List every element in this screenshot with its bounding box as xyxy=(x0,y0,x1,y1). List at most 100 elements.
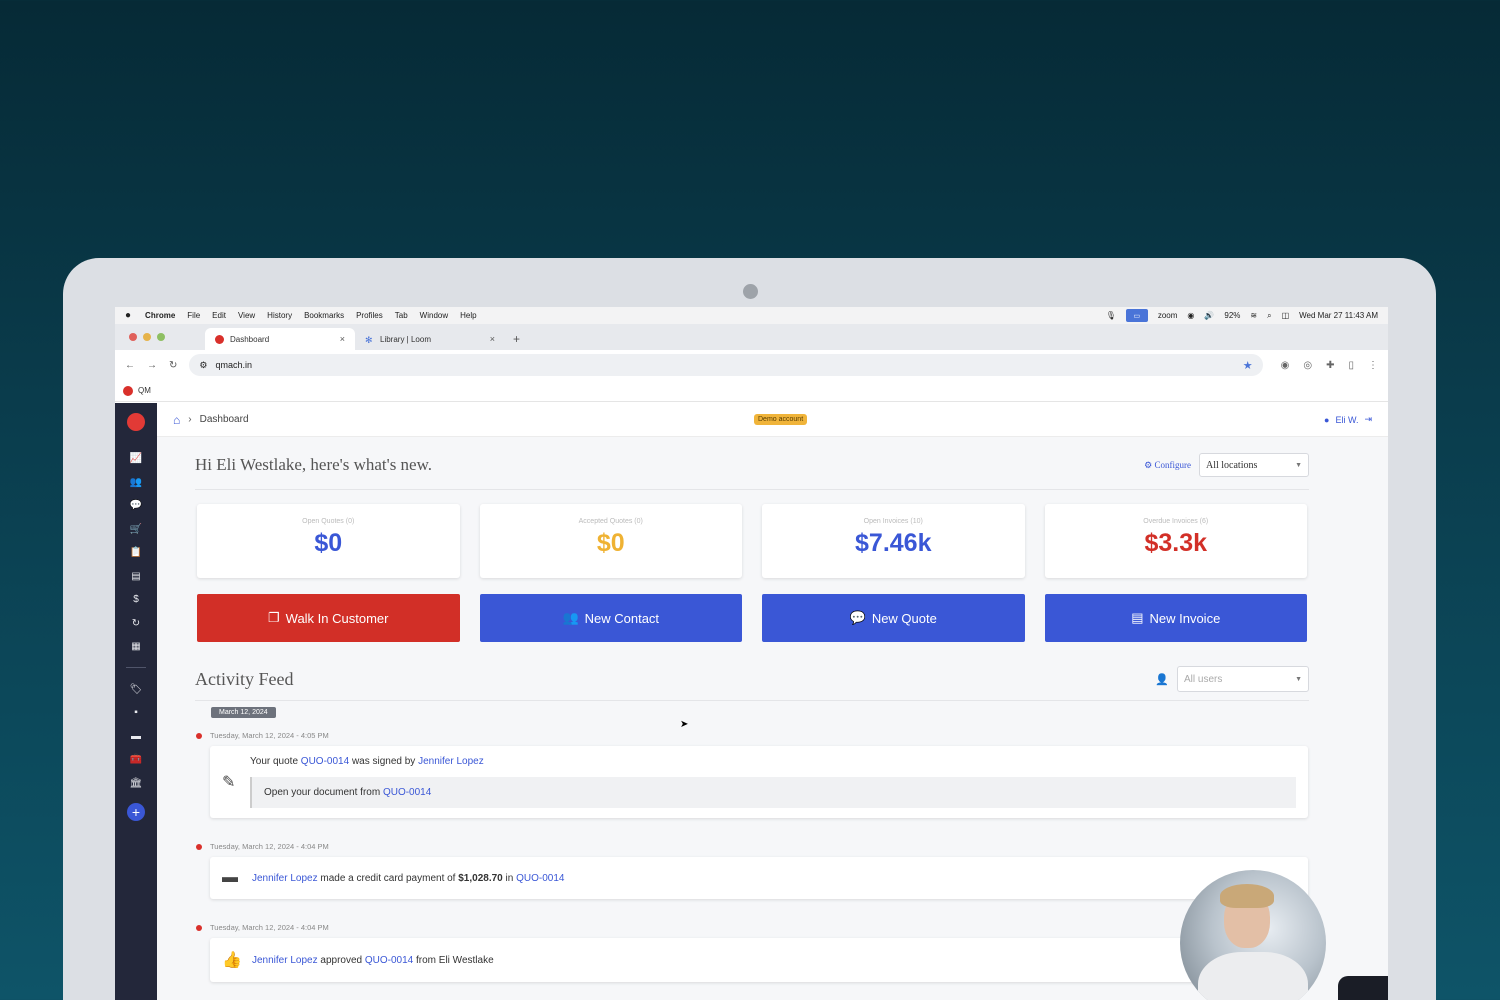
logout-icon[interactable]: ⇥ xyxy=(1364,414,1372,425)
new-contact-button[interactable]: 👥 New Contact xyxy=(479,594,742,642)
wifi-icon[interactable]: ≋ xyxy=(1250,311,1257,320)
demo-badge: Demo account xyxy=(754,414,808,425)
add-icon[interactable]: + xyxy=(127,803,145,821)
dashboard-chart-icon[interactable]: 📈 xyxy=(130,447,142,471)
bookmark-star-icon[interactable]: ★ xyxy=(1243,359,1253,372)
stat-label: Open Invoices (10) xyxy=(863,518,923,525)
location-select-value: All locations xyxy=(1206,459,1258,471)
bank-icon[interactable]: 🏛 xyxy=(130,772,143,796)
apple-icon[interactable]: ● xyxy=(125,310,131,321)
new-quote-button[interactable]: 💬 New Quote xyxy=(762,594,1025,642)
quote-link[interactable]: QUO-0014 xyxy=(516,873,564,884)
menu-file[interactable]: File xyxy=(187,311,200,320)
address-bar[interactable]: ⚙ qmach.in ★ xyxy=(189,354,1263,376)
quote-link[interactable]: QUO-0014 xyxy=(383,787,431,798)
button-label: New Quote xyxy=(871,610,937,626)
puzzle-icon[interactable]: ✚ xyxy=(1326,360,1334,371)
pencil-icon: ✎ xyxy=(222,774,236,791)
stat-card-open-invoices[interactable]: Open Invoices (10) $7.46k xyxy=(762,504,1025,578)
reload-icon[interactable]: ↻ xyxy=(169,360,177,371)
boxes-icon[interactable]: ▪ xyxy=(134,701,138,725)
stat-value: $3.3k xyxy=(1144,529,1208,557)
recurring-icon[interactable]: ↻ xyxy=(132,612,140,636)
url-text: qmach.in xyxy=(215,360,252,370)
menu-profiles[interactable]: Profiles xyxy=(356,311,383,320)
user-name[interactable]: Eli W. xyxy=(1335,415,1358,425)
menu-window[interactable]: Window xyxy=(420,311,448,320)
menu-edit[interactable]: Edit xyxy=(212,311,226,320)
configure-link[interactable]: ⚙ Configure xyxy=(1144,460,1191,471)
back-icon[interactable]: ← xyxy=(125,360,135,371)
toolbox-icon[interactable]: 🧰 xyxy=(130,748,142,772)
walk-in-customer-button[interactable]: ❐ Walk In Customer xyxy=(197,594,460,642)
volume-icon[interactable]: 🔊 xyxy=(1204,311,1214,320)
menu-help[interactable]: Help xyxy=(460,311,476,320)
stat-value: $7.46k xyxy=(855,529,932,557)
spotlight-icon[interactable]: ⌕ xyxy=(1267,311,1271,321)
user-menu[interactable]: ● Eli W. ⇥ xyxy=(1324,414,1372,425)
menu-history[interactable]: History xyxy=(267,311,292,320)
bookmark-qm[interactable]: QM xyxy=(138,386,151,395)
close-tab-icon[interactable]: × xyxy=(340,334,345,344)
extension-icon[interactable]: ◎ xyxy=(1303,360,1312,371)
contact-link[interactable]: Jennifer Lopez xyxy=(418,756,484,767)
menu-tab[interactable]: Tab xyxy=(395,311,408,320)
new-tab-button[interactable]: + xyxy=(505,332,528,350)
contact-link[interactable]: Jennifer Lopez xyxy=(252,873,318,884)
new-invoice-button[interactable]: ▤ New Invoice xyxy=(1044,594,1307,642)
dollar-icon[interactable]: $ xyxy=(133,588,139,612)
clipboard-icon[interactable]: 📋 xyxy=(130,541,142,565)
comments-dollar-icon: 💬 xyxy=(849,610,866,625)
menu-dots-icon[interactable]: ⋮ xyxy=(1368,360,1378,371)
app-logo[interactable] xyxy=(127,413,145,431)
menu-bookmarks[interactable]: Bookmarks xyxy=(304,311,344,320)
extension-icon[interactable]: ◉ xyxy=(1281,360,1290,371)
quotes-icon[interactable]: 💬 xyxy=(130,494,142,518)
mic-icon[interactable]: 🎙 xyxy=(1106,311,1116,320)
contacts-icon[interactable]: 👥 xyxy=(130,471,142,495)
home-icon[interactable]: ⌂ xyxy=(173,413,180,427)
close-tab-icon[interactable]: × xyxy=(490,334,495,344)
close-window-button[interactable] xyxy=(129,333,137,341)
qm-bookmark-icon xyxy=(123,385,133,396)
tags-icon[interactable]: 🏷 xyxy=(130,678,143,702)
cart-icon[interactable]: 🛒 xyxy=(130,518,142,542)
quote-link[interactable]: QUO-0014 xyxy=(365,955,413,966)
menu-chrome[interactable]: Chrome xyxy=(145,311,175,320)
sidepanel-icon[interactable]: ▯ xyxy=(1348,360,1354,371)
calendar-icon[interactable]: ▦ xyxy=(131,635,140,659)
quote-link[interactable]: QUO-0014 xyxy=(301,756,349,767)
mouse-cursor-icon: ➤ xyxy=(680,719,689,730)
event-text: was signed by xyxy=(351,756,416,767)
chevron-right-icon: › xyxy=(188,414,192,425)
screen-share-icon[interactable]: ▭ xyxy=(1125,309,1148,322)
tab-dashboard[interactable]: Dashboard × xyxy=(205,328,355,350)
control-center-icon[interactable]: ◫ xyxy=(1282,311,1290,320)
tab-loom[interactable]: ✻ Library | Loom × xyxy=(355,328,505,350)
tab-title: Library | Loom xyxy=(380,334,431,344)
contact-link[interactable]: Jennifer Lopez xyxy=(252,955,318,966)
menu-view[interactable]: View xyxy=(238,311,255,320)
zoom-label[interactable]: zoom xyxy=(1158,311,1178,320)
activity-card: ✎ Your quote QUO-0014 was signed by Jenn… xyxy=(210,746,1308,818)
maximize-window-button[interactable] xyxy=(157,333,165,341)
site-settings-icon[interactable]: ⚙ xyxy=(199,360,207,371)
credit-card-icon: ▬ xyxy=(222,869,238,886)
forward-icon[interactable]: → xyxy=(147,360,157,371)
location-select[interactable]: All locations ▼ xyxy=(1199,453,1309,477)
loom-control-button[interactable] xyxy=(1338,976,1388,1000)
battery-label[interactable]: 92% xyxy=(1224,311,1240,320)
users-select[interactable]: All users ▼ xyxy=(1177,666,1309,692)
stat-card-overdue-invoices[interactable]: Overdue Invoices (6) $3.3k xyxy=(1044,504,1307,578)
card-icon[interactable]: ▬ xyxy=(131,725,141,749)
stat-card-open-quotes[interactable]: Open Quotes (0) $0 xyxy=(197,504,460,578)
stat-card-accepted-quotes[interactable]: Accepted Quotes (0) $0 xyxy=(479,504,742,578)
event-text: approved xyxy=(320,954,363,966)
divider xyxy=(195,700,1309,701)
minimize-window-button[interactable] xyxy=(143,333,151,341)
record-icon[interactable]: ◉ xyxy=(1187,311,1194,320)
datetime[interactable]: Wed Mar 27 11:43 AM xyxy=(1299,311,1378,320)
date-chip: March 12, 2024 xyxy=(211,707,276,718)
button-label: Walk In Customer xyxy=(285,610,389,626)
invoice-icon[interactable]: ▤ xyxy=(131,565,140,589)
